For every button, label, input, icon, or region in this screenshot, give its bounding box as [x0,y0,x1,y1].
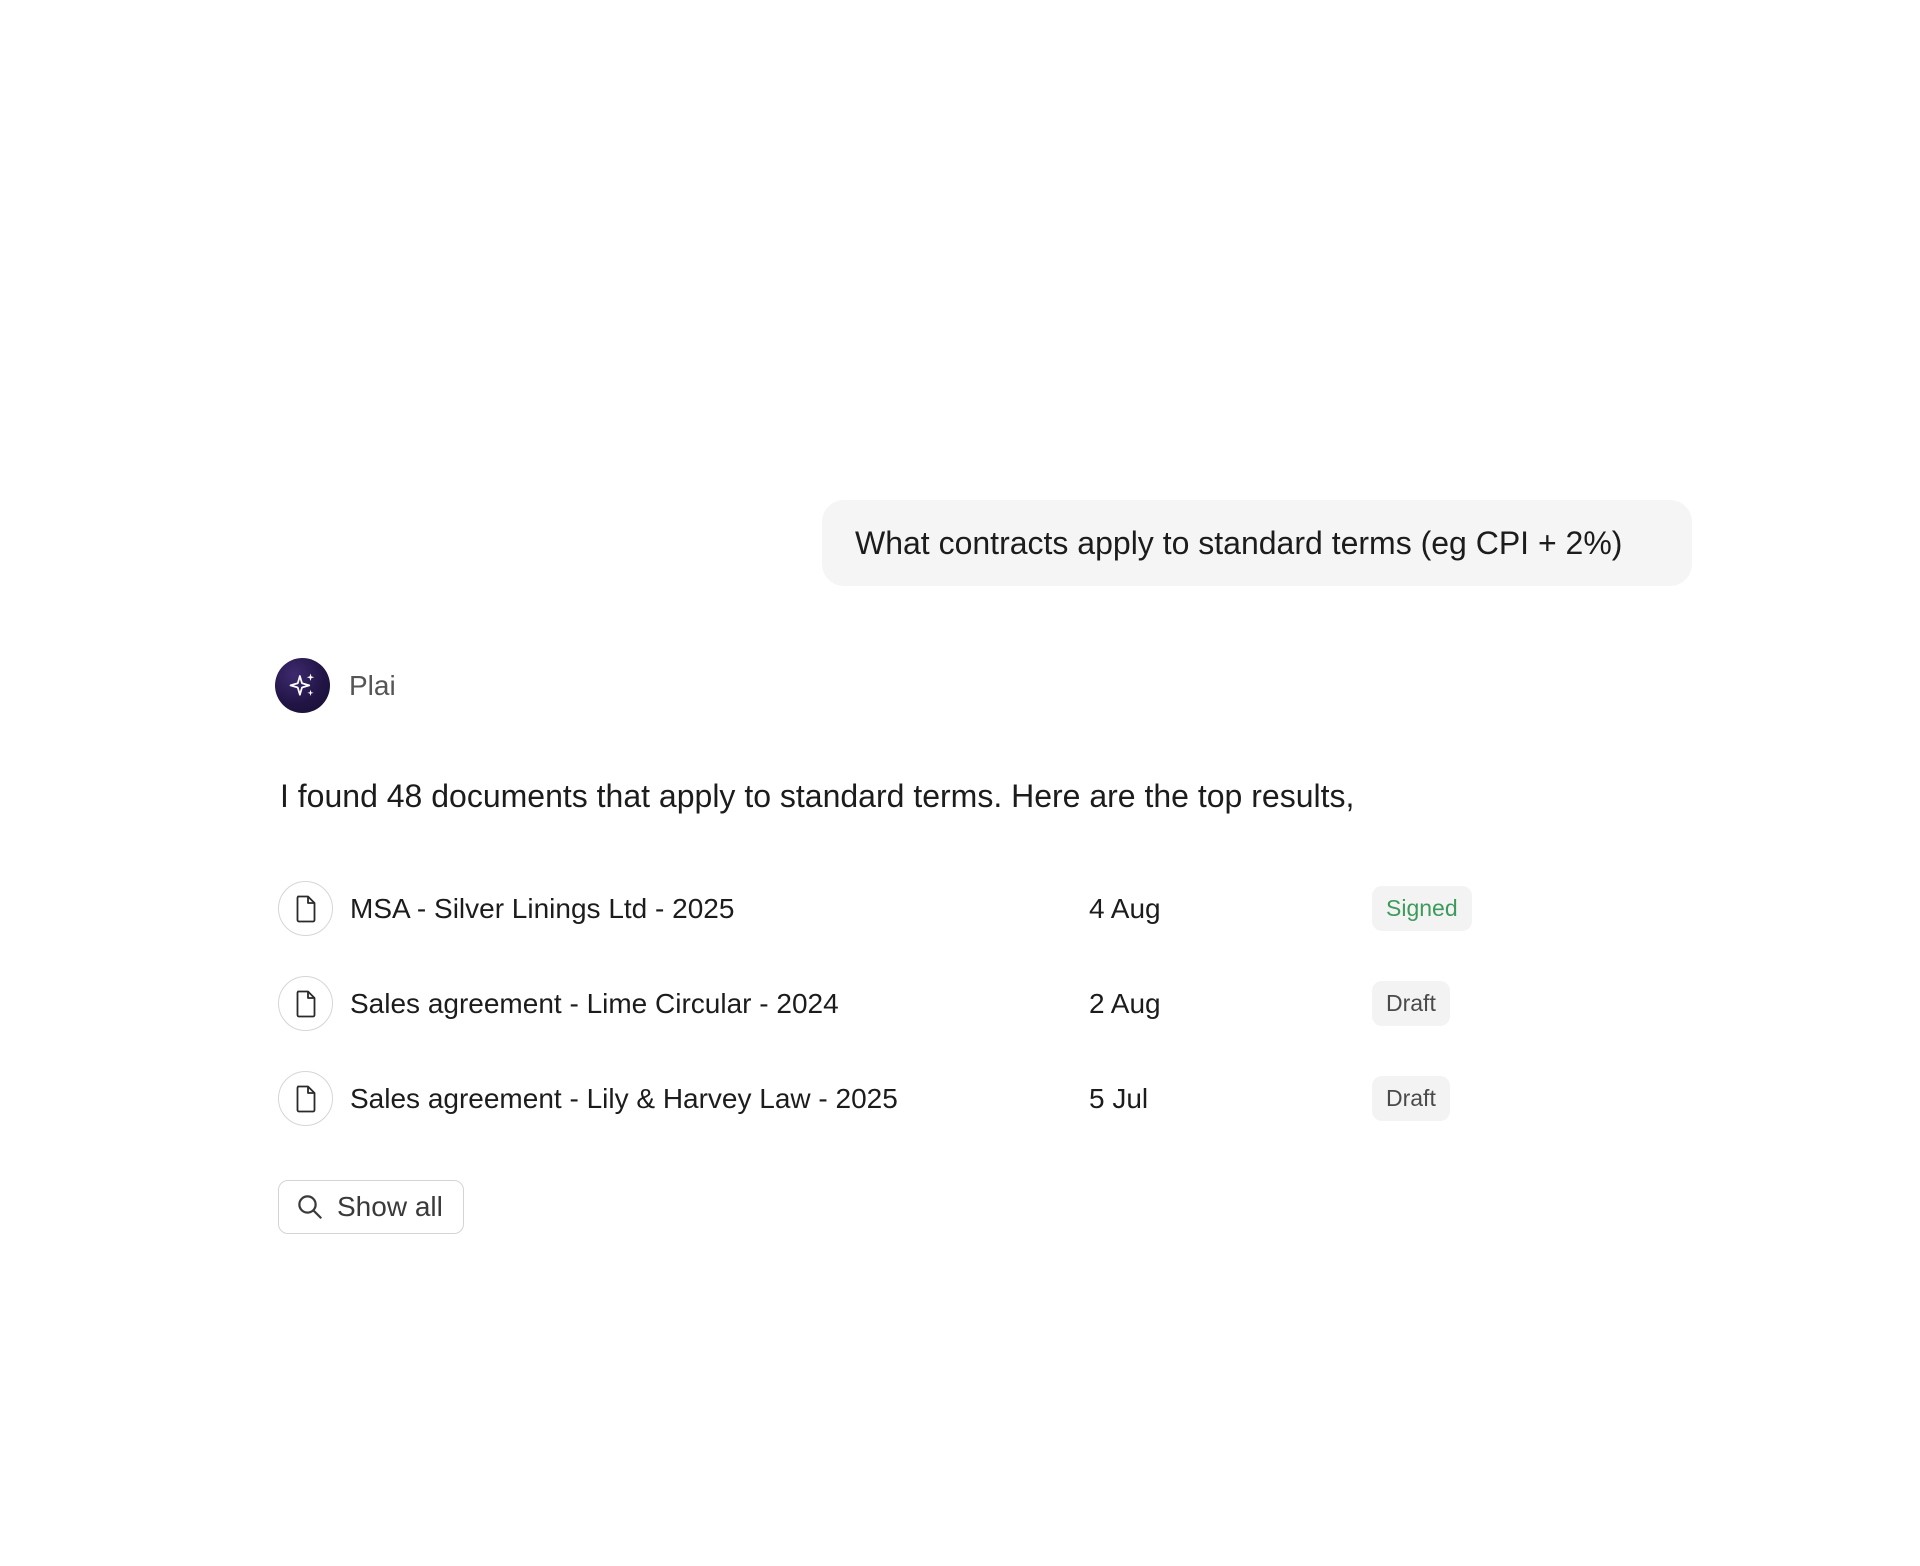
status-badge: Signed [1372,886,1472,931]
result-row[interactable]: Sales agreement - Lily & Harvey Law - 20… [278,1071,1478,1126]
document-title[interactable]: Sales agreement - Lily & Harvey Law - 20… [350,1071,898,1126]
results-list: MSA - Silver Linings Ltd - 2025 4 Aug Si… [278,881,1478,1166]
result-row[interactable]: MSA - Silver Linings Ltd - 2025 4 Aug Si… [278,881,1478,936]
assistant-avatar [275,658,330,713]
sparkles-icon [289,673,314,696]
assistant-name: Plai [349,669,396,701]
document-date: 5 Jul [1089,1083,1149,1114]
document-icon [296,1085,315,1112]
status-badge: Draft [1372,981,1450,1026]
assistant-answer-text: I found 48 documents that apply to stand… [280,778,1355,814]
status-badge: Draft [1372,1076,1450,1121]
document-icon-container [278,976,333,1031]
document-icon [296,990,315,1017]
user-message-bubble: What contracts apply to standard terms (… [822,500,1692,586]
document-date: 4 Aug [1089,893,1161,924]
show-all-button[interactable]: Show all [278,1180,464,1234]
document-title[interactable]: Sales agreement - Lime Circular - 2024 [350,976,839,1031]
result-row[interactable]: Sales agreement - Lime Circular - 2024 2… [278,976,1478,1031]
search-icon [295,1192,325,1222]
document-icon-container [278,1071,333,1126]
assistant-header: Plai [275,658,396,713]
document-icon [296,895,315,922]
document-date: 2 Aug [1089,988,1161,1019]
show-all-label: Show all [337,1191,443,1222]
document-icon-container [278,881,333,936]
user-message-text: What contracts apply to standard terms (… [855,524,1623,561]
document-title[interactable]: MSA - Silver Linings Ltd - 2025 [350,881,734,936]
